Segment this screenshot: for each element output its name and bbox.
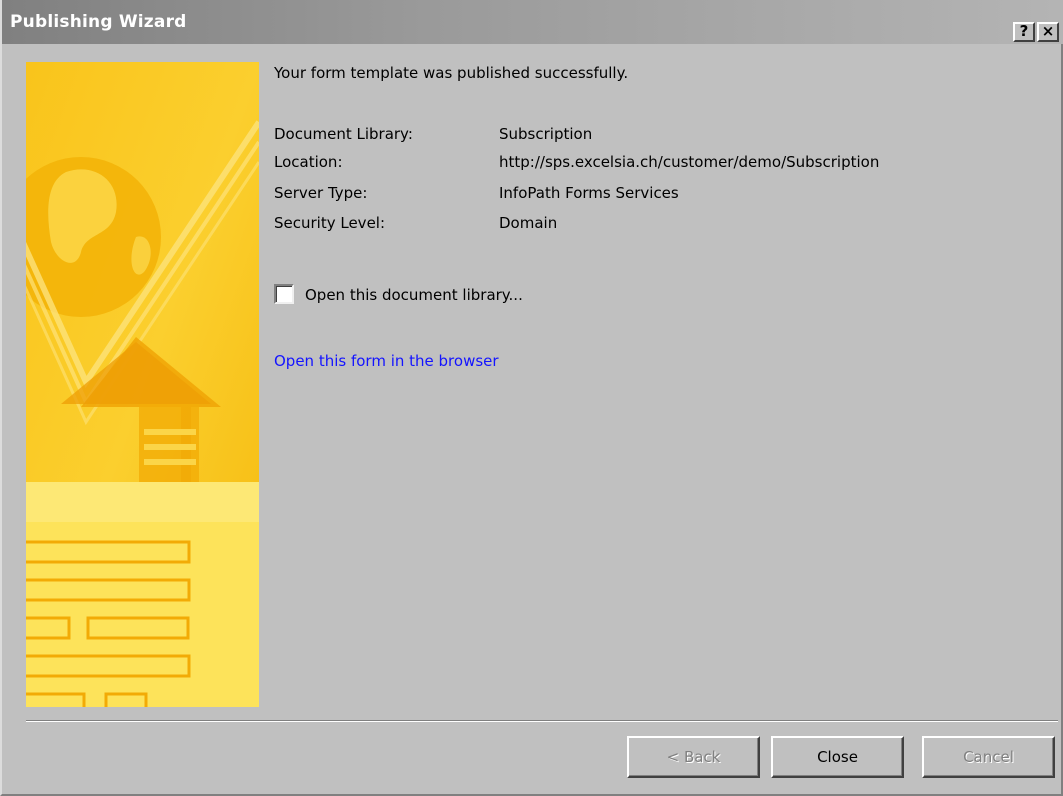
banner-illustration	[26, 62, 259, 707]
server-type-label: Server Type:	[274, 184, 368, 202]
close-window-button[interactable]: ×	[1037, 22, 1059, 42]
back-button-label: < Back	[666, 748, 721, 766]
window-title: Publishing Wizard	[10, 12, 187, 32]
cancel-button[interactable]: Cancel	[922, 736, 1055, 778]
close-button[interactable]: Close	[771, 736, 904, 778]
title-bar[interactable]: Publishing Wizard ? ×	[2, 0, 1063, 44]
back-button[interactable]: < Back	[627, 736, 760, 778]
cancel-button-label: Cancel	[963, 748, 1014, 766]
document-library-label: Document Library:	[274, 125, 413, 143]
close-icon: ×	[1041, 22, 1055, 40]
success-message: Your form template was published success…	[274, 64, 629, 82]
location-value: http://sps.excelsia.ch/customer/demo/Sub…	[499, 153, 880, 171]
help-button[interactable]: ?	[1013, 22, 1035, 42]
security-level-label: Security Level:	[274, 214, 386, 232]
footer-separator	[26, 720, 1058, 722]
location-label: Location:	[274, 153, 343, 171]
open-library-checkbox[interactable]	[274, 284, 294, 304]
open-in-browser-link[interactable]: Open this form in the browser	[274, 352, 499, 370]
open-library-checkbox-label[interactable]: Open this document library...	[305, 286, 523, 304]
close-button-label: Close	[817, 748, 858, 766]
help-icon: ?	[1019, 22, 1029, 40]
wizard-banner-image	[26, 62, 259, 707]
server-type-value: InfoPath Forms Services	[499, 184, 679, 202]
publishing-wizard-dialog: Publishing Wizard ? × Your form template…	[0, 0, 1063, 796]
document-library-value: Subscription	[499, 125, 593, 143]
security-level-value: Domain	[499, 214, 558, 232]
